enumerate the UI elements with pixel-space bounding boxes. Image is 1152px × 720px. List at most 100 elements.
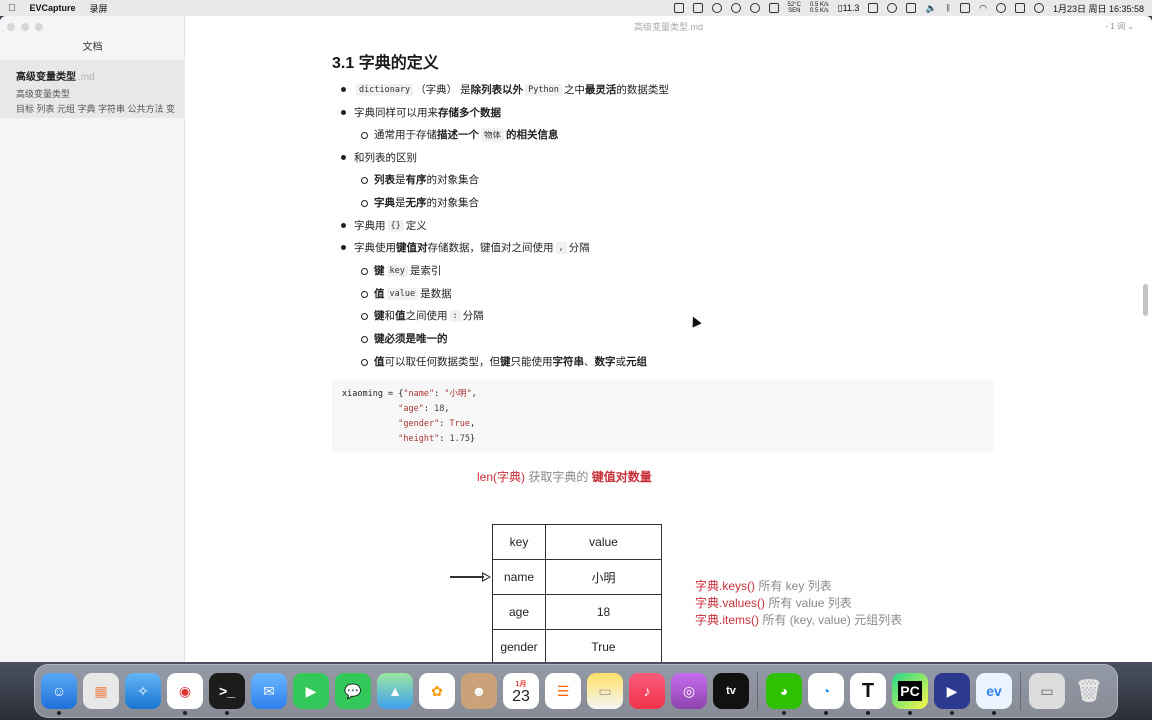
wechat-tray-icon[interactable] xyxy=(749,3,760,13)
qq-icon[interactable]: ◔ xyxy=(808,673,844,715)
section-heading: 3.1 字典的定义 xyxy=(332,55,439,72)
puzzle-tray-icon[interactable] xyxy=(768,3,779,13)
cursor-tray-icon[interactable] xyxy=(868,3,879,13)
ev-tray-icon[interactable] xyxy=(673,3,684,13)
maps-icon[interactable]: ▲ xyxy=(377,673,413,709)
code-line-3: "gender": True, xyxy=(398,419,476,429)
music-icon[interactable]: ♪ xyxy=(629,673,665,709)
sidebar-file-item[interactable]: 高级变量类型 .md 高级变量类型 目标 列表 元组 字典 字符串 公共方法 变 xyxy=(0,60,185,118)
dock: ☺ ▦ ✧ ◉ >_ ✉ ▶ 💬 ▲ ✿ ☻ 1月 23 ☰ ▭ ♪ ◎ tv … xyxy=(34,664,1118,718)
apple-icon[interactable]:  xyxy=(8,3,16,14)
network-readout[interactable]: 0.5 K/s 0.5 K/s xyxy=(810,2,829,14)
evcapture-icon[interactable]: ▶ xyxy=(934,673,970,715)
bullet-3b: 字典 是 无序 的对象集合 xyxy=(361,197,479,209)
dock-separator xyxy=(757,672,758,710)
bullet-5b: 值 value 是数据 xyxy=(361,287,452,300)
launchpad-icon[interactable]: ▦ xyxy=(83,673,119,709)
table-row: name 小明 xyxy=(492,559,662,595)
bullet-1: dictionary （字典） 是 除列表以外 Python 之中 最灵活 的数据类… xyxy=(341,82,669,97)
flower-tray-icon[interactable] xyxy=(711,3,722,13)
method-keys: 字典.keys() 所有 key 列表 xyxy=(695,579,832,593)
volume-icon[interactable]: 🔈 xyxy=(925,3,936,14)
battery-icon[interactable] xyxy=(960,3,971,13)
bullet-4: 字典用 {} 定义 xyxy=(341,219,427,232)
document-title: 高级变量类型.md xyxy=(633,22,703,32)
mail-icon[interactable]: ✉ xyxy=(251,673,287,709)
code-line-2: "age": 18, xyxy=(398,404,450,414)
bullet-2a: 通常用于存储 描述一个 物体 的相关信息 xyxy=(361,127,559,142)
reminders-icon[interactable]: ☰ xyxy=(545,673,581,709)
close-button[interactable] xyxy=(7,23,15,31)
preview-icon[interactable]: ▭ xyxy=(1029,673,1065,709)
bullet-5: 字典使用 键值对 存储数据，键值对之间使用 , 分隔 xyxy=(341,241,590,254)
dict-diagram-table: key value name 小明 age 18 gender True xyxy=(492,524,662,662)
typora-icon[interactable]: T xyxy=(850,673,886,715)
word-count[interactable]: - 1 词 ⌄ xyxy=(1106,21,1134,32)
bullet-2: 字典同样可以用来 存储多个数据 xyxy=(341,107,501,119)
s-tray-icon[interactable] xyxy=(906,3,917,13)
dict-methods-legend: 字典.keys() 所有 key 列表 字典.values() 所有 value… xyxy=(695,578,902,629)
notes-icon[interactable]: ▭ xyxy=(587,673,623,709)
typora-window: 文档 高级变量类型 .md 高级变量类型 目标 列表 元组 字典 字符串 公共方法… xyxy=(0,16,1152,662)
header-key: key xyxy=(492,524,546,560)
grid-tray-icon[interactable] xyxy=(692,3,703,13)
ev-icon[interactable]: ev xyxy=(976,673,1012,715)
bullet-3a: 列表 是 有序 的对象集合 xyxy=(361,174,479,186)
clock[interactable]: 1月23日 周日 16:35:58 xyxy=(1053,2,1144,15)
mouse-cursor-icon xyxy=(688,314,702,328)
zoom-button[interactable] xyxy=(35,23,43,31)
facetime-icon[interactable]: ▶ xyxy=(293,673,329,709)
terminal-icon[interactable]: >_ xyxy=(209,673,245,715)
finder-icon[interactable]: ☺ xyxy=(41,673,77,715)
control-center-icon[interactable] xyxy=(1014,3,1025,13)
code-block[interactable]: xiaoming = {"name": "小明", "age": 18, "ge… xyxy=(332,380,994,452)
window-controls xyxy=(7,23,43,31)
safari-icon[interactable]: ✧ xyxy=(125,673,161,709)
table-row: age 18 xyxy=(492,594,662,630)
photos-icon[interactable]: ✿ xyxy=(419,673,455,709)
file-preview-line1: 高级变量类型 xyxy=(16,89,71,99)
file-name: 高级变量类型 xyxy=(16,72,76,83)
code-line-4: "height": 1.75} xyxy=(398,434,476,444)
menu-app-name[interactable]: EVCapture xyxy=(30,3,76,13)
contacts-icon[interactable]: ☻ xyxy=(461,673,497,709)
sidebar: 文档 高级变量类型 .md 高级变量类型 目标 列表 元组 字典 字符串 公共方法… xyxy=(0,16,185,662)
temperature-readout[interactable]: 52°C SEN xyxy=(788,2,801,14)
figure-caption: len(字典) 获取字典的 键值对数量 xyxy=(477,470,652,484)
sync-tray-icon[interactable] xyxy=(730,3,741,13)
wifi-icon[interactable]: ◠ xyxy=(979,3,987,14)
scrollbar[interactable] xyxy=(1143,284,1148,316)
bullet-5e: 值 可以取任何数据类型，但 键 只能使用 字符串、数字或 元组 xyxy=(361,356,647,368)
table-header-row: key value xyxy=(492,524,662,560)
dock-separator xyxy=(1020,672,1021,710)
minimize-button[interactable] xyxy=(21,23,29,31)
row-key: age xyxy=(492,594,546,630)
method-items: 字典.items() 所有 (key, value) 元组列表 xyxy=(695,613,903,627)
header-value: value xyxy=(545,524,662,560)
row-key: gender xyxy=(492,629,546,662)
tv-icon[interactable]: tv xyxy=(713,673,749,709)
bullet-5c: 键 和 值 之间使用 : 分隔 xyxy=(361,309,484,322)
podcasts-icon[interactable]: ◎ xyxy=(671,673,707,709)
row-value: True xyxy=(545,629,662,662)
table-row: gender True xyxy=(492,629,662,662)
messages-icon[interactable]: 💬 xyxy=(335,673,371,709)
bluetooth-icon[interactable]: ᛒ xyxy=(946,3,951,13)
calendar-icon[interactable]: 1月 23 xyxy=(503,673,539,709)
play-tray-icon[interactable] xyxy=(887,3,898,13)
battery-readout[interactable]: ▯11.3 xyxy=(838,3,860,14)
bullet-5d: 键必须是唯一的 xyxy=(361,333,448,345)
row-key: name xyxy=(492,559,546,595)
menu-record[interactable]: 录屏 xyxy=(90,2,108,15)
search-icon[interactable] xyxy=(995,3,1006,13)
trash-icon[interactable]: 🗑 xyxy=(1071,673,1107,709)
pointer-arrow-line xyxy=(450,576,484,578)
pycharm-icon[interactable]: PC xyxy=(892,673,928,715)
chrome-icon[interactable]: ◉ xyxy=(167,673,203,715)
file-ext: .md xyxy=(78,72,95,83)
file-preview-line2: 目标 列表 元组 字典 字符串 公共方法 变 xyxy=(16,104,176,114)
wechat-icon[interactable]: ◕ xyxy=(766,673,802,715)
siri-icon[interactable] xyxy=(1033,3,1044,13)
status-tray: 52°C SEN 0.5 K/s 0.5 K/s ▯11.3 🔈 ᛒ ◠ 1月23日… xyxy=(673,2,1144,15)
sidebar-title: 文档 xyxy=(82,42,103,53)
